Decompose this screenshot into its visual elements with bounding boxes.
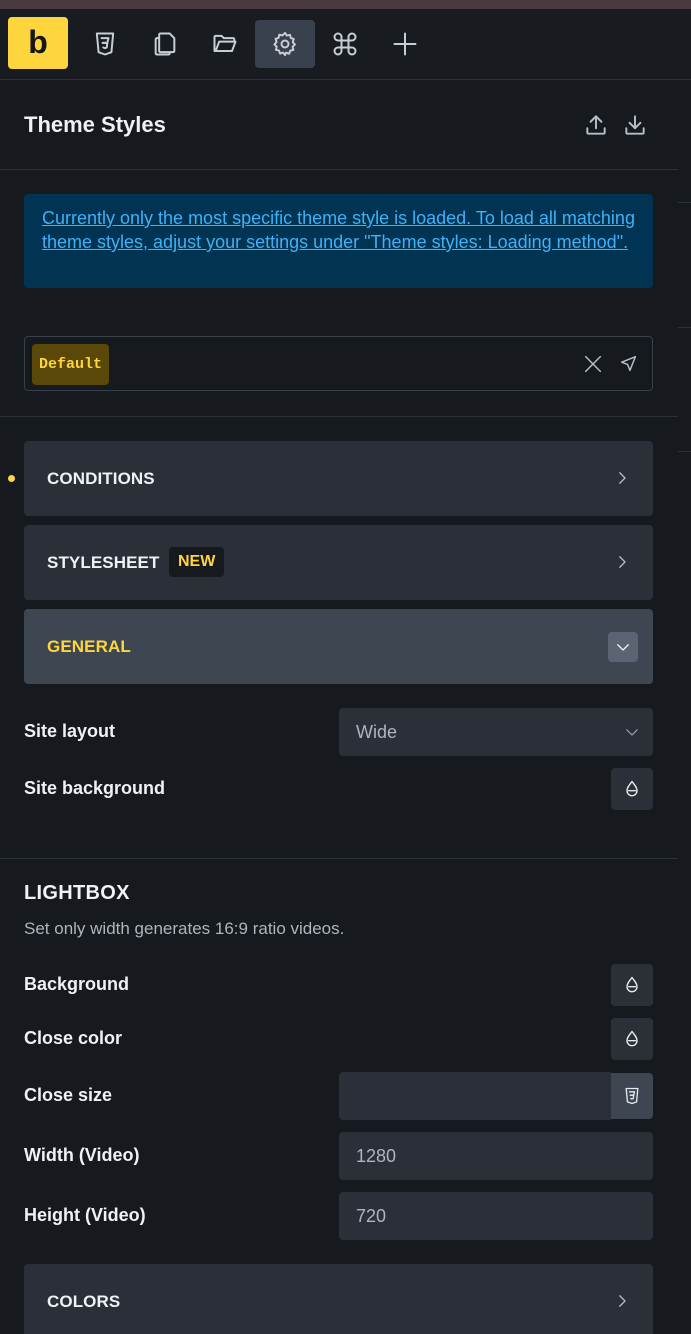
video-height-input[interactable]	[339, 1192, 653, 1240]
cursor-pointer-icon[interactable]	[618, 353, 640, 375]
color-drop-icon[interactable]	[611, 1018, 653, 1060]
chevron-right-icon	[613, 1292, 631, 1310]
lightbox-section-title: LIGHTBOX	[24, 882, 130, 904]
css-icon[interactable]	[75, 20, 135, 68]
pages-icon[interactable]	[135, 20, 195, 68]
theme-style-select[interactable]: Default	[24, 336, 653, 391]
accordion-conditions[interactable]: CONDITIONS	[24, 441, 653, 516]
video-height-label: Height (Video)	[24, 1205, 146, 1225]
accordion-title: STYLESHEET	[47, 553, 160, 572]
accordion-general[interactable]: GENERAL	[24, 609, 653, 684]
folder-icon[interactable]	[195, 20, 255, 68]
upload-icon[interactable]	[583, 112, 609, 138]
close-size-input[interactable]	[339, 1072, 611, 1120]
video-width-label: Width (Video)	[24, 1145, 140, 1165]
divider	[0, 416, 678, 417]
logo-letter: b	[28, 23, 48, 60]
divider	[0, 858, 678, 859]
close-color-label: Close color	[24, 1028, 123, 1048]
chevron-right-icon	[613, 553, 631, 571]
site-layout-label: Site layout	[24, 721, 116, 741]
conditions-indicator-dot	[8, 475, 15, 482]
notice-link[interactable]: Currently only the most specific theme s…	[42, 206, 635, 254]
close-icon[interactable]	[582, 353, 604, 375]
new-badge: NEW	[169, 547, 225, 577]
color-drop-icon[interactable]	[611, 768, 653, 810]
lightbox-description: Set only width generates 16:9 ratio vide…	[24, 919, 345, 938]
site-background-label: Site background	[24, 778, 166, 798]
loading-method-notice: Currently only the most specific theme s…	[24, 194, 653, 288]
plus-icon[interactable]	[375, 20, 435, 68]
builder-toolbar: b	[0, 9, 691, 80]
logo-button[interactable]: b	[8, 17, 68, 69]
command-icon[interactable]	[315, 20, 375, 68]
accordion-title: COLORS	[47, 1292, 121, 1311]
download-icon[interactable]	[622, 112, 648, 138]
settings-icon[interactable]	[255, 20, 315, 68]
color-drop-icon[interactable]	[611, 964, 653, 1006]
accordion-title: CONDITIONS	[47, 469, 155, 488]
chevron-down-icon	[623, 723, 641, 741]
selected-style-tag[interactable]: Default	[32, 344, 110, 385]
canvas-edge	[678, 80, 691, 1334]
css-icon[interactable]	[611, 1073, 653, 1119]
video-width-input[interactable]	[339, 1132, 653, 1180]
page-title: Theme Styles	[24, 112, 166, 137]
chevron-down-icon[interactable]	[608, 632, 638, 662]
window-top-strip	[0, 0, 691, 9]
accordion-stylesheet[interactable]: STYLESHEET NEW	[24, 525, 653, 600]
close-size-label: Close size	[24, 1085, 113, 1105]
panel-header: Theme Styles	[0, 80, 678, 170]
chevron-right-icon	[613, 469, 631, 487]
lightbox-background-label: Background	[24, 974, 130, 994]
accordion-colors[interactable]: COLORS	[24, 1264, 653, 1334]
site-layout-value: Wide	[356, 722, 398, 742]
site-layout-select[interactable]: Wide	[339, 708, 653, 756]
accordion-title: GENERAL	[47, 637, 131, 656]
